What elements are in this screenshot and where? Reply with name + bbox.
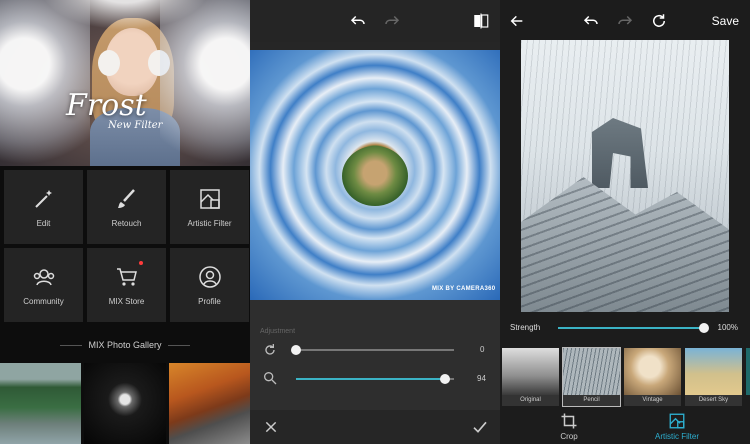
compare-icon[interactable] [469, 9, 493, 33]
tab-crop[interactable]: Crop [560, 412, 578, 441]
zoom-slider-fill [296, 378, 445, 380]
frost-decoration-top [40, 0, 210, 30]
banner-title: Frost [66, 88, 147, 123]
filter-more[interactable] [746, 348, 750, 406]
tiny-planet-photo [250, 50, 500, 300]
home-panel: Frost New Filter Edit Retouch Artistic F… [0, 0, 250, 444]
artistic-filter-icon [199, 188, 220, 209]
filter-name: Desert Sky [685, 395, 742, 406]
brush-icon [117, 188, 135, 208]
filter-name: Vintage [624, 395, 681, 406]
filter-name: Original [502, 395, 559, 406]
editor-panel: MIX BY CAMERA360 Adjustment 0 94 [250, 0, 500, 444]
mix-store-tile-label: MIX Store [108, 296, 145, 306]
filter-preview [685, 348, 742, 395]
rotate-slider[interactable] [291, 345, 454, 355]
retouch-tile-label: Retouch [111, 218, 142, 228]
filter-desert-sky[interactable]: Desert Sky [685, 348, 742, 406]
artistic-toolbar: Save [500, 0, 750, 42]
zoom-slider-knob[interactable] [440, 374, 450, 384]
editor-bottom-bar [250, 410, 500, 444]
edit-tile[interactable]: Edit [4, 170, 83, 244]
filter-preview [624, 348, 681, 395]
filter-vintage[interactable]: Vintage [624, 348, 681, 406]
gallery-photo[interactable] [168, 363, 250, 444]
strength-slider-fill [558, 327, 704, 329]
save-button[interactable]: Save [712, 14, 739, 28]
gallery-photo[interactable] [84, 363, 166, 444]
back-arrow-icon[interactable] [505, 9, 529, 33]
adjustment-label: Adjustment [260, 328, 296, 335]
tab-artistic-filter[interactable]: Artistic Filter [655, 412, 699, 441]
community-tile-label: Community [23, 296, 64, 306]
close-icon[interactable] [259, 415, 283, 439]
tab-artistic-filter-label: Artistic Filter [655, 432, 699, 441]
artistic-filter-tile-label: Artistic Filter [187, 218, 232, 228]
rotate-slider-knob[interactable] [291, 345, 301, 355]
zoom-value: 94 [477, 374, 486, 383]
rotate-value: 0 [480, 345, 485, 354]
strength-value: 100% [717, 323, 738, 332]
reset-icon[interactable] [647, 9, 671, 33]
editor-toolbar [250, 0, 500, 42]
filter-list: Original Pencil Vintage Desert Sky [500, 347, 750, 407]
banner-subtitle: New Filter [108, 120, 163, 131]
earmuff-left [98, 50, 120, 76]
mix-store-tile[interactable]: MIX Store [87, 248, 166, 322]
adjustment-panel [250, 300, 500, 410]
redo-icon[interactable] [613, 9, 637, 33]
retouch-tile[interactable]: Retouch [87, 170, 166, 244]
undo-icon[interactable] [579, 9, 603, 33]
undo-icon[interactable] [346, 9, 370, 33]
pencil-sketch-photo [521, 40, 729, 312]
feature-grid: Edit Retouch Artistic Filter Community M… [0, 166, 250, 326]
filter-pencil[interactable]: Pencil [562, 347, 621, 407]
strength-slider-knob[interactable] [699, 323, 709, 333]
zoom-icon [258, 366, 282, 390]
redo-icon[interactable] [380, 9, 404, 33]
sketch-rocks [521, 177, 729, 312]
watermark: MIX BY CAMERA360 [432, 286, 496, 292]
strength-slider[interactable] [558, 323, 709, 333]
artistic-bottom-tabs: Crop Artistic Filter [500, 410, 750, 444]
sketch-ruins [592, 118, 648, 188]
filter-original[interactable]: Original [502, 348, 559, 406]
profile-tile[interactable]: Profile [170, 248, 249, 322]
strength-label: Strength [510, 323, 541, 332]
artistic-filter-icon [669, 413, 685, 429]
filter-name: Pencil [563, 395, 620, 406]
tab-crop-label: Crop [560, 432, 578, 441]
crop-icon [561, 413, 577, 429]
filter-preview [563, 348, 620, 395]
profile-tile-label: Profile [198, 296, 221, 306]
promo-banner[interactable]: Frost New Filter [0, 0, 250, 166]
zoom-slider[interactable] [296, 374, 454, 384]
magic-wand-icon [34, 189, 52, 208]
filter-preview [746, 348, 750, 395]
tiny-planet-core [342, 146, 408, 206]
community-icon [33, 268, 54, 285]
community-tile[interactable]: Community [4, 248, 83, 322]
checkmark-icon[interactable] [468, 415, 492, 439]
filter-preview [502, 348, 559, 395]
cart-icon [116, 267, 137, 286]
rotate-icon [258, 338, 282, 362]
artistic-filter-panel: Save Strength 100% Original Pencil Vinta… [500, 0, 750, 444]
notification-badge [139, 261, 143, 265]
edit-tile-label: Edit [36, 218, 51, 228]
gallery-photo[interactable] [0, 363, 82, 444]
gallery-heading: MIX Photo Gallery [0, 340, 250, 350]
gallery-strip [0, 363, 250, 444]
profile-icon [198, 265, 221, 288]
artistic-filter-tile[interactable]: Artistic Filter [170, 170, 249, 244]
